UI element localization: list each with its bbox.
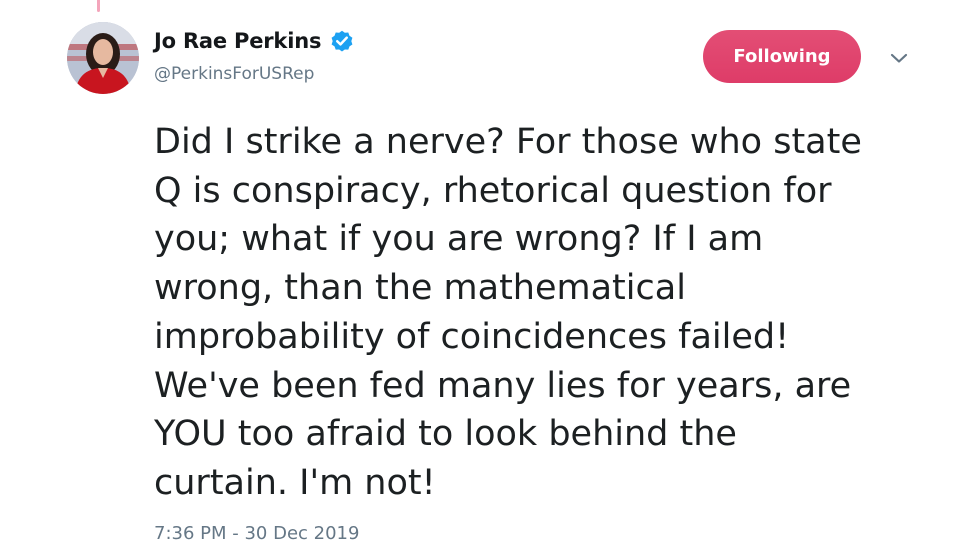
tweet-text-line: curtain. I'm not!: [154, 462, 436, 503]
avatar-photo: [67, 22, 139, 94]
author-name-row: Jo Rae Perkins: [154, 25, 355, 57]
tweet-text-line: Q is conspiracy, rhetorical question for: [154, 170, 832, 211]
tweet-text-line: Did I strike a nerve? For those who stat…: [154, 122, 862, 162]
tweet-text-line: you; what if you are wrong? If I am: [154, 219, 764, 260]
author-avatar[interactable]: [67, 22, 139, 94]
tweet-text: Did I strike a nerve? For those who stat…: [154, 118, 954, 508]
verified-badge-icon: [331, 30, 353, 52]
tweet-text-line: We've been fed many lies for years, are: [154, 365, 852, 406]
following-button[interactable]: Following: [703, 30, 861, 83]
tweet-timestamp[interactable]: 7:36 PM - 30 Dec 2019: [154, 523, 359, 544]
author-handle[interactable]: @PerkinsForUSRep: [154, 64, 314, 84]
thread-connector-line: [97, 0, 100, 12]
tweet-text-line: YOU too afraid to look behind the: [154, 414, 737, 455]
author-display-name[interactable]: Jo Rae Perkins: [154, 29, 321, 53]
tweet-text-line: improbability of coincidences failed!: [154, 316, 790, 357]
tweet-text-line: wrong, than the mathematical: [154, 268, 686, 309]
chevron-down-icon[interactable]: [888, 48, 910, 68]
